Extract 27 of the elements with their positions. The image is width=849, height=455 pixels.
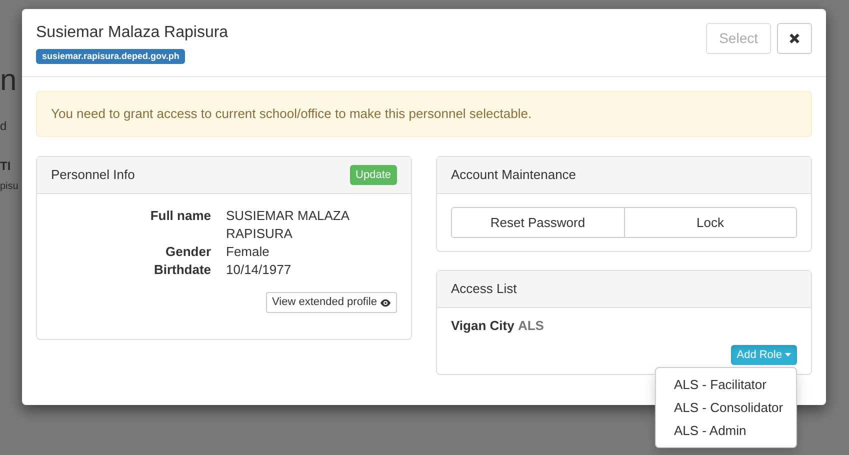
dropdown-item[interactable]: ALS - Consolidator <box>656 396 796 419</box>
extended-profile-button[interactable]: View extended profile <box>266 292 397 313</box>
dropdown-item[interactable]: ALS - Admin <box>656 419 796 442</box>
email-badge: susiemar.rapisura.deped.gov.ph <box>36 49 186 64</box>
page-text: TI <box>0 160 12 172</box>
modal-title: Susiemar Malaza Rapisura <box>36 23 228 43</box>
panel-title: Personnel Info <box>51 166 135 184</box>
account-button[interactable]: Lock <box>624 207 797 238</box>
alert-message: You need to grant access to current school/office to make this personnel selectable. <box>36 91 812 137</box>
dropdown-item[interactable]: ALS - Facilitator <box>656 373 796 396</box>
eye-icon <box>380 298 391 306</box>
field-label: Full name <box>149 207 211 225</box>
page-heading: n <box>0 66 17 96</box>
field-value: Female <box>226 243 270 261</box>
close-icon <box>789 33 800 44</box>
panel-title: Access List <box>451 280 517 298</box>
caret-icon <box>785 353 791 357</box>
field-label: Birthdate <box>152 261 211 279</box>
access-entry: Vigan City ALS <box>451 318 545 334</box>
page-text: d <box>0 120 8 132</box>
close-button[interactable] <box>777 23 812 54</box>
field-value: SUSIEMAR MALAZA RAPISURA <box>226 207 350 243</box>
field-value: 10/14/1977 <box>226 261 292 279</box>
field-label: Gender <box>164 243 211 261</box>
account-button[interactable]: Reset Password <box>451 207 624 238</box>
page-text: pisu <box>0 182 20 192</box>
panel-title: Account Maintenance <box>451 166 576 184</box>
